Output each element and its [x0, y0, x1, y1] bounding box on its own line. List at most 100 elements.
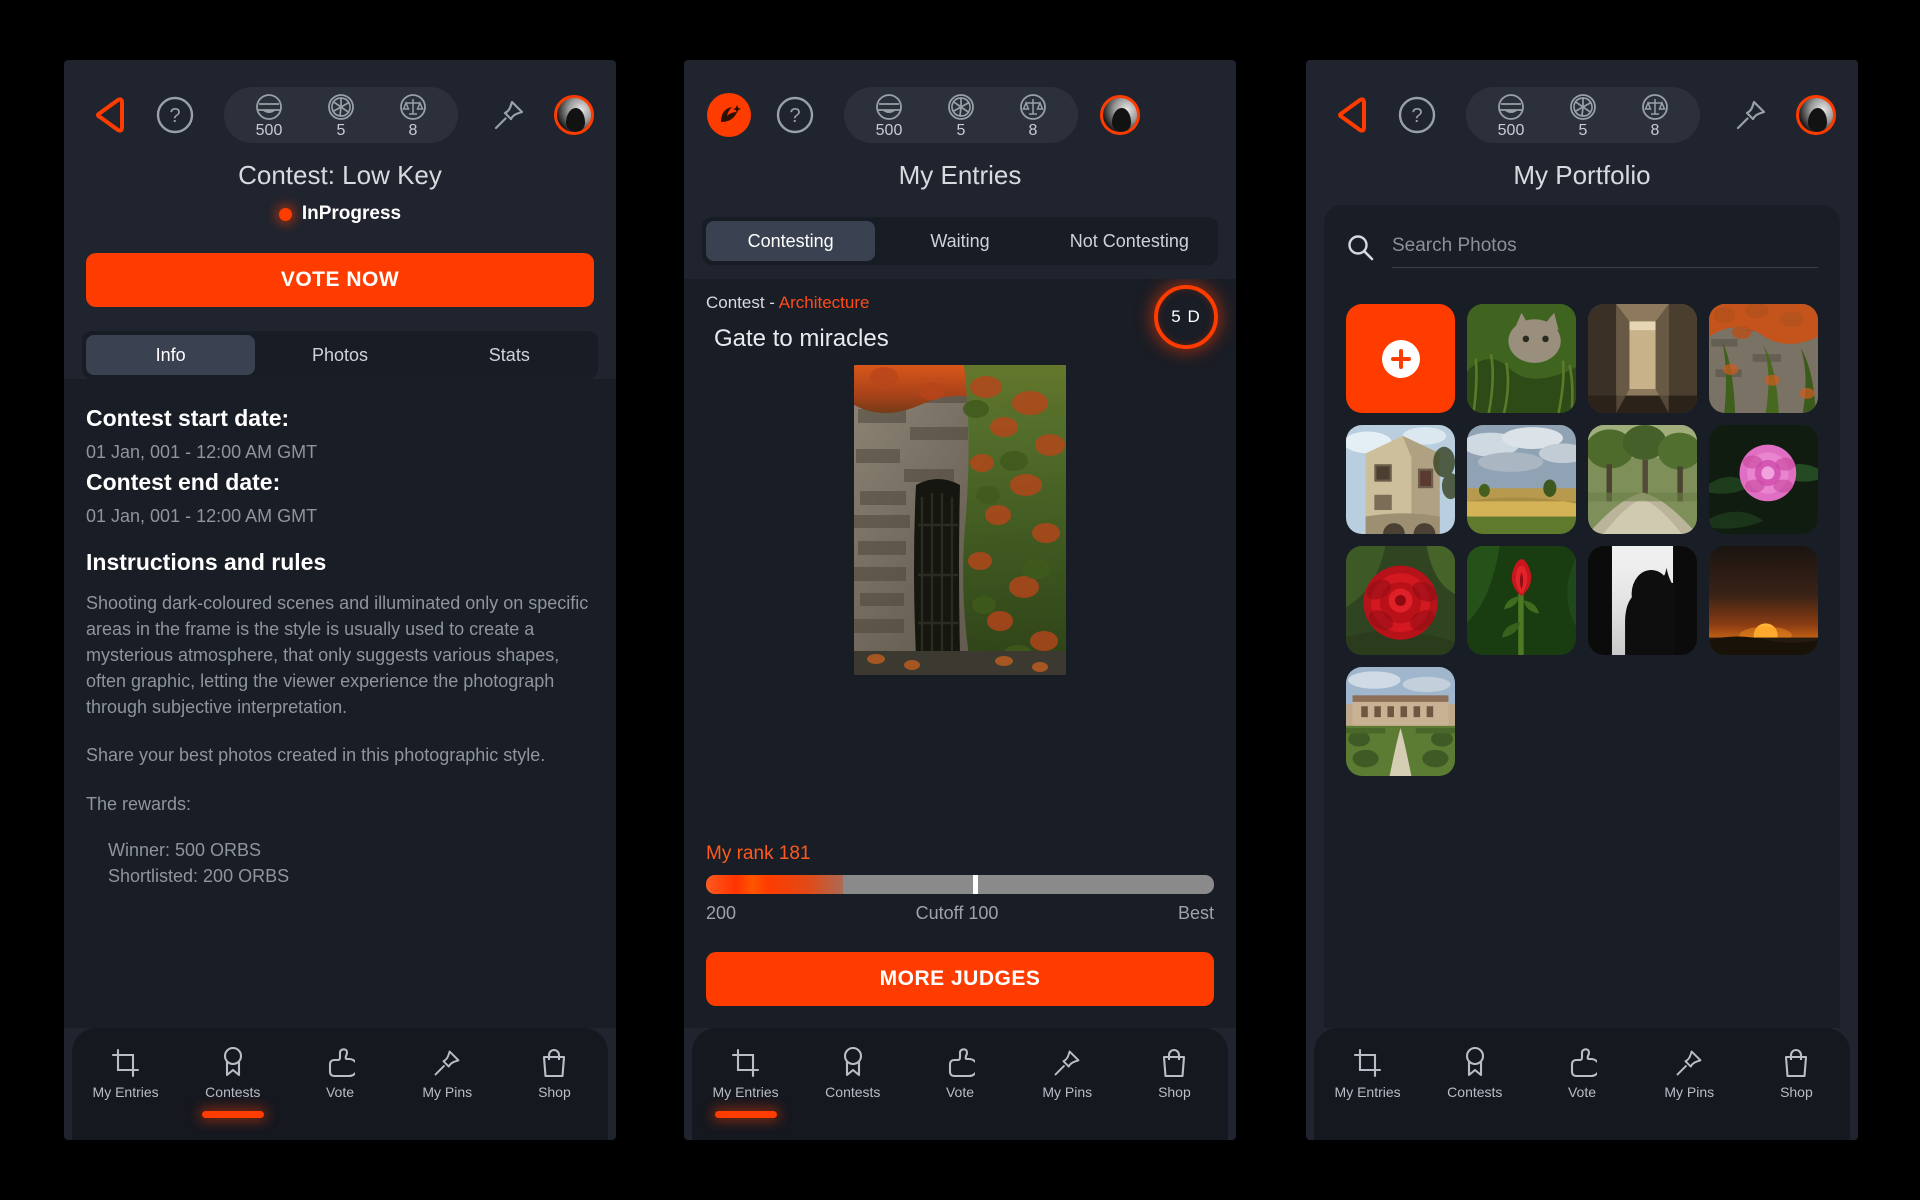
vote-now-button[interactable]: VOTE NOW	[86, 253, 594, 307]
stat-judge-value: 8	[1650, 121, 1660, 139]
stat-orbs[interactable]: 500	[1480, 92, 1542, 139]
photo-tree-path[interactable]	[1588, 425, 1697, 534]
stat-shots[interactable]: 5	[930, 92, 992, 139]
contest-end-value: 01 Jan, 001 - 12:00 AM GMT	[86, 506, 318, 526]
photo-silhouette[interactable]	[1588, 546, 1697, 655]
pushpin-icon	[432, 1044, 462, 1078]
nav-my-pins[interactable]: My Pins	[1014, 1044, 1121, 1100]
avatar[interactable]	[1796, 95, 1836, 135]
photo-sunset[interactable]	[1709, 546, 1818, 655]
stats-pod: 500 5 8	[1466, 87, 1700, 143]
photo-ivy-wall[interactable]	[1709, 304, 1818, 413]
pushpin-icon[interactable]	[486, 92, 532, 138]
help-icon[interactable]: ?	[152, 92, 198, 138]
more-judges-button[interactable]: MORE JUDGES	[706, 952, 1214, 1006]
nav-my-entries[interactable]: My Entries	[692, 1044, 799, 1118]
orb-icon	[255, 92, 283, 122]
reward-shortlisted: Shortlisted: 200 ORBS	[108, 865, 290, 886]
photo-old-building[interactable]	[1346, 425, 1455, 534]
tab-info[interactable]: Info	[86, 335, 256, 375]
stat-shots-value: 5	[956, 121, 966, 139]
tab-waiting[interactable]: Waiting	[875, 221, 1044, 261]
nav-contests[interactable]: Contests	[799, 1044, 906, 1100]
help-icon[interactable]: ?	[1394, 92, 1440, 138]
share-body: Share your best photos created in this p…	[86, 745, 546, 766]
stat-orbs[interactable]: 500	[238, 92, 300, 139]
contest-tabs: Info Photos Stats	[82, 331, 598, 379]
stat-orbs-value: 500	[875, 121, 903, 139]
contest-end-label: Contest end date:	[86, 469, 281, 495]
rules-body: Shooting dark-coloured scenes and illumi…	[86, 593, 589, 718]
avatar[interactable]	[554, 95, 594, 135]
stat-orbs[interactable]: 500	[858, 92, 920, 139]
nav-label: My Pins	[1042, 1084, 1093, 1100]
nav-vote[interactable]: Vote	[1528, 1044, 1635, 1100]
nav-my-pins[interactable]: My Pins	[1636, 1044, 1743, 1100]
photo-cat-in-grass[interactable]	[1467, 304, 1576, 413]
rules-heading: Instructions and rules	[86, 549, 327, 575]
photo-corridor[interactable]	[1588, 304, 1697, 413]
nav-vote[interactable]: Vote	[286, 1044, 393, 1100]
back-arrow-icon[interactable]	[86, 92, 132, 138]
tab-contesting[interactable]: Contesting	[706, 221, 876, 261]
nav-label: My Pins	[422, 1084, 473, 1100]
entry-photo[interactable]	[854, 365, 1066, 675]
nav-contests[interactable]: Contests	[1421, 1044, 1528, 1100]
search-field[interactable]	[1392, 231, 1818, 268]
search-input[interactable]	[1392, 235, 1818, 257]
nav-contests[interactable]: Contests	[179, 1044, 286, 1118]
bottom-nav: My Entries Contests Vote My Pins Shop	[72, 1028, 608, 1140]
nav-my-pins[interactable]: My Pins	[394, 1044, 501, 1100]
pushpin-icon[interactable]	[1728, 92, 1774, 138]
photo-red-rose[interactable]	[1346, 546, 1455, 655]
nav-my-entries[interactable]: My Entries	[1314, 1044, 1421, 1100]
nav-vote[interactable]: Vote	[906, 1044, 1013, 1100]
nav-my-entries[interactable]: My Entries	[72, 1044, 179, 1100]
stat-shots[interactable]: 5	[310, 92, 372, 139]
help-icon[interactable]: ?	[772, 92, 818, 138]
nav-label: My Entries	[92, 1084, 159, 1100]
phone-panel-my-entries: ? 500 5 8 My Entries Contesting Waiting …	[684, 60, 1236, 1140]
back-arrow-icon[interactable]	[1328, 92, 1374, 138]
nav-shop[interactable]: Shop	[1743, 1044, 1850, 1100]
nav-shop[interactable]: Shop	[1121, 1044, 1228, 1100]
entry-photo-container	[684, 353, 1236, 833]
stat-shots[interactable]: 5	[1552, 92, 1614, 139]
rank-scale-best: Best	[1177, 903, 1214, 923]
photo-pink-peony[interactable]	[1709, 425, 1818, 534]
photo-rose-bud[interactable]	[1467, 546, 1576, 655]
avatar[interactable]	[1100, 95, 1140, 135]
rank-scale-cutoff: Cutoff 100	[915, 903, 999, 923]
stat-judge[interactable]: 8	[382, 92, 444, 139]
top-bar: ? 500 5 8	[684, 60, 1236, 152]
rank-progress-fill	[706, 875, 844, 894]
tab-stats[interactable]: Stats	[425, 335, 594, 375]
shopping-bag-icon	[1160, 1044, 1188, 1078]
stat-shots-value: 5	[336, 121, 346, 139]
svg-text:?: ?	[1411, 105, 1422, 127]
rank-block: My rank 181 200 Cutoff 100 Best	[684, 833, 1236, 924]
nav-active-indicator	[201, 1111, 264, 1118]
add-photo-button[interactable]	[1346, 304, 1455, 413]
nav-shop[interactable]: Shop	[501, 1044, 608, 1100]
nav-label: Contests	[1447, 1084, 1503, 1100]
rank-progress-bar[interactable]	[706, 875, 1214, 894]
page-title: Contest: Low Key	[238, 160, 442, 190]
entry-contest-line: Contest - Architecture	[706, 293, 889, 313]
stat-judge[interactable]: 8	[1002, 92, 1064, 139]
orb-icon	[875, 92, 903, 122]
status-label: InProgress	[301, 203, 402, 224]
tab-not-contesting[interactable]: Not Contesting	[1045, 221, 1214, 261]
svg-text:?: ?	[169, 105, 180, 127]
thumbs-up-icon	[945, 1044, 975, 1078]
stat-judge-value: 8	[1028, 121, 1038, 139]
tab-photos[interactable]: Photos	[255, 335, 424, 375]
nav-label: Vote	[1567, 1084, 1597, 1100]
nav-label: My Pins	[1664, 1084, 1715, 1100]
app-logo-icon[interactable]	[706, 92, 752, 138]
photo-manor-garden[interactable]	[1346, 667, 1455, 776]
crop-icon	[1353, 1044, 1383, 1078]
nav-label: Shop	[1158, 1084, 1191, 1100]
stat-judge[interactable]: 8	[1624, 92, 1686, 139]
photo-field-clouds[interactable]	[1467, 425, 1576, 534]
